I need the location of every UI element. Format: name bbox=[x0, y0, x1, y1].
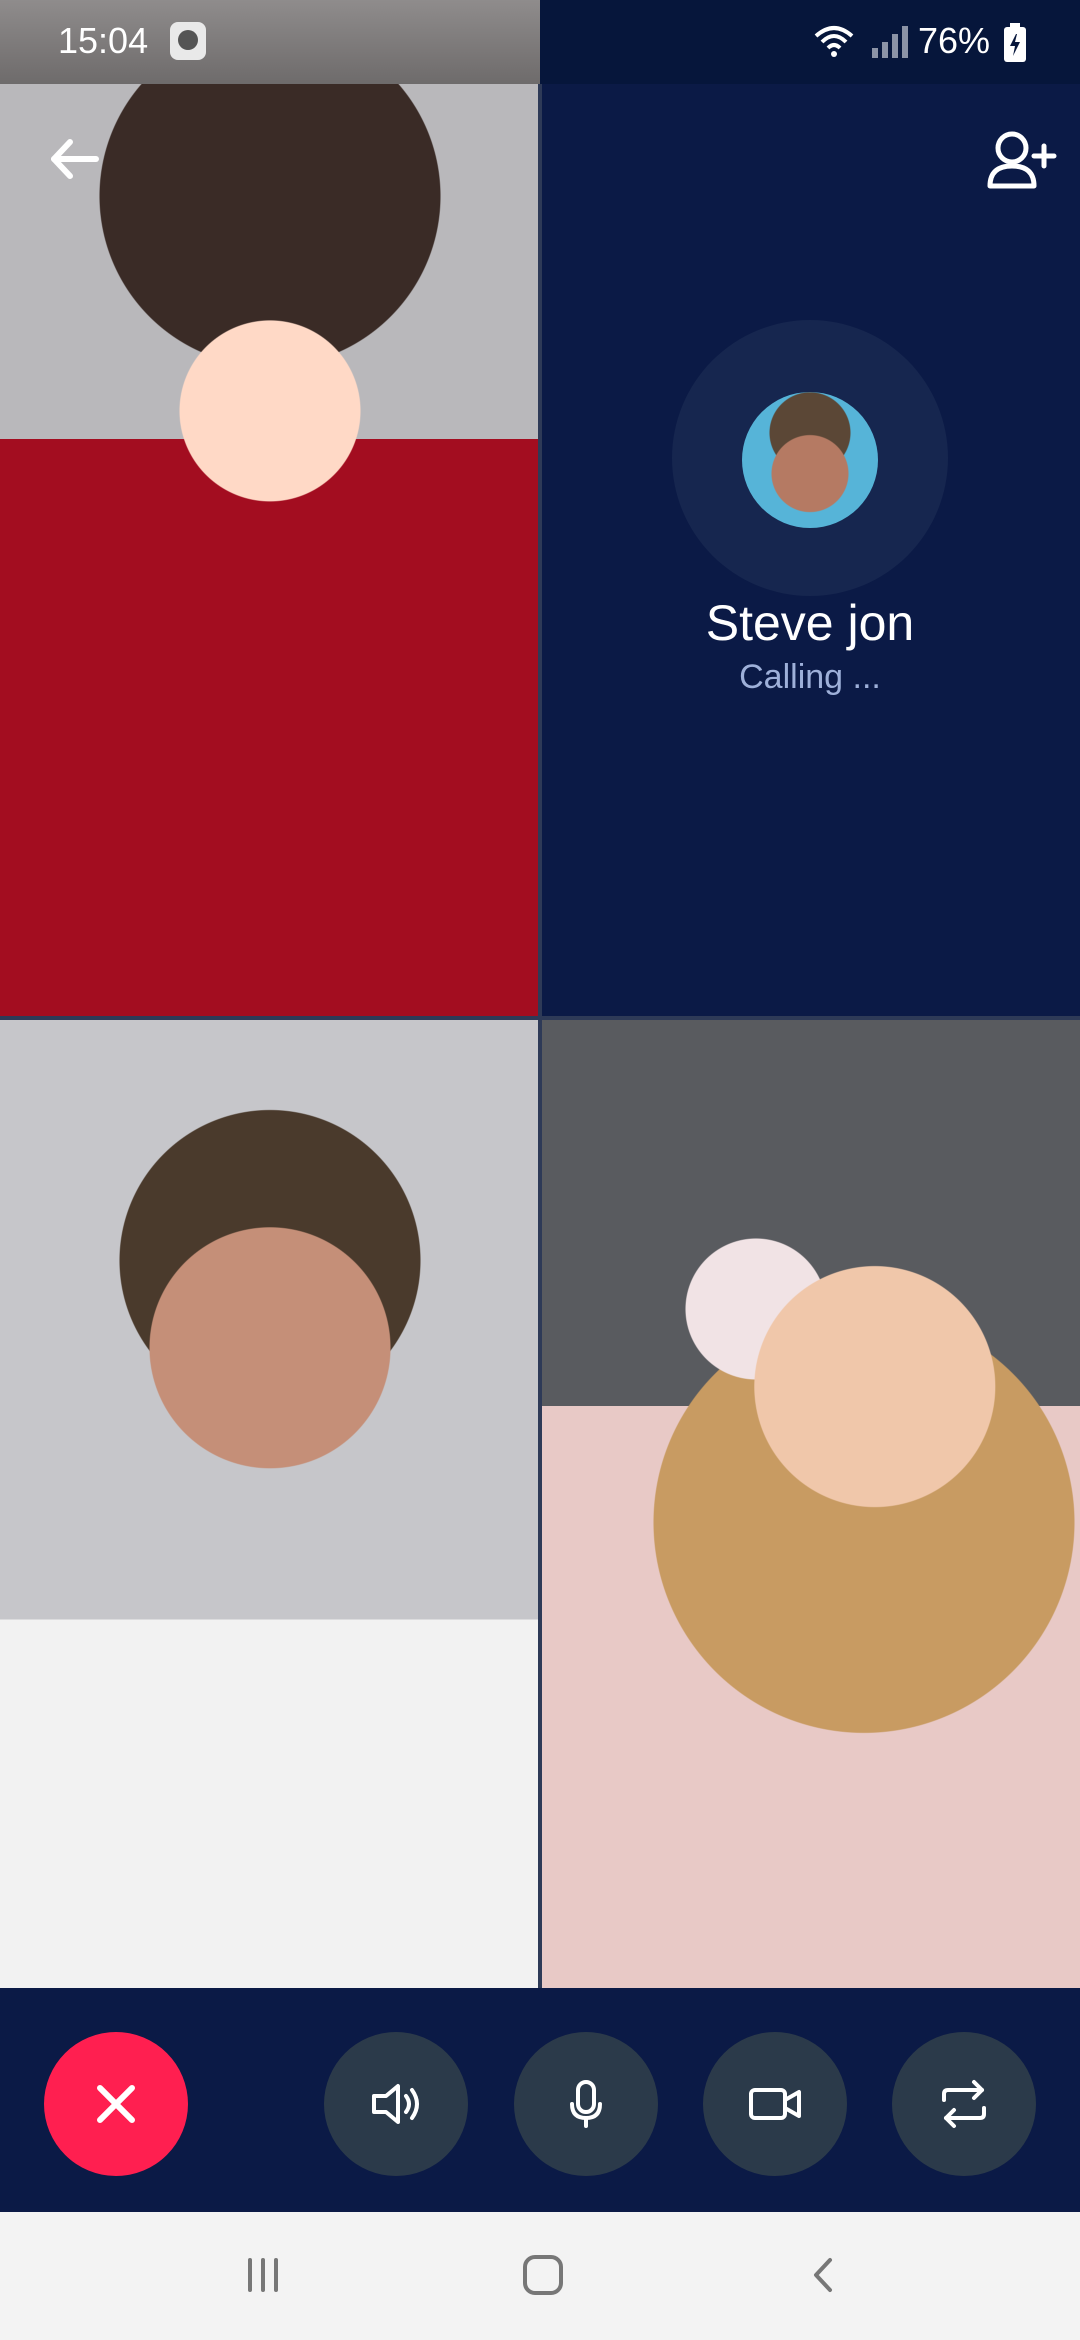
video-feed bbox=[0, 84, 540, 1018]
recent-apps-icon bbox=[248, 2258, 278, 2292]
arrow-left-icon bbox=[51, 139, 99, 179]
status-time: 15:04 bbox=[58, 20, 149, 61]
video-camera-icon bbox=[749, 2088, 801, 2120]
add-user-icon bbox=[987, 131, 1057, 189]
end-call-button[interactable] bbox=[44, 2032, 188, 2176]
recent-apps-button[interactable] bbox=[228, 2240, 298, 2310]
video-toggle-button[interactable] bbox=[703, 2032, 847, 2176]
microphone-button[interactable] bbox=[514, 2032, 658, 2176]
participant-video-bottom-left[interactable] bbox=[0, 1018, 540, 1988]
caller-status: Calling ... bbox=[739, 658, 881, 696]
close-icon bbox=[97, 2085, 135, 2123]
status-bar: 15:04 76% bbox=[0, 0, 1080, 84]
grid-divider-horizontal bbox=[0, 1016, 1080, 1020]
caller-avatar bbox=[742, 392, 878, 528]
video-feed bbox=[0, 1018, 540, 1988]
video-feed bbox=[540, 1018, 1080, 1988]
wifi-icon bbox=[814, 26, 854, 57]
speaker-icon bbox=[372, 2084, 419, 2124]
participant-video-top-left[interactable] bbox=[0, 84, 540, 1018]
signal-icon bbox=[872, 26, 908, 58]
switch-camera-button[interactable] bbox=[892, 2032, 1036, 2176]
home-icon bbox=[523, 2255, 563, 2295]
notification-icon bbox=[170, 22, 206, 60]
speaker-button[interactable] bbox=[324, 2032, 468, 2176]
battery-icon bbox=[1004, 23, 1026, 62]
participant-video-bottom-right[interactable] bbox=[540, 1018, 1080, 1988]
back-chevron-icon bbox=[814, 2258, 832, 2292]
nav-back-button[interactable] bbox=[790, 2240, 860, 2310]
add-participant-button[interactable] bbox=[980, 124, 1060, 204]
switch-camera-icon bbox=[942, 2080, 986, 2128]
battery-percent: 76% bbox=[918, 20, 991, 61]
grid-divider-vertical bbox=[538, 84, 542, 1988]
microphone-icon bbox=[570, 2080, 602, 2128]
caller-name: Steve jon bbox=[705, 595, 915, 651]
status-bar-right-bg bbox=[540, 0, 1080, 84]
back-button[interactable] bbox=[40, 124, 110, 194]
home-button[interactable] bbox=[508, 2240, 578, 2310]
